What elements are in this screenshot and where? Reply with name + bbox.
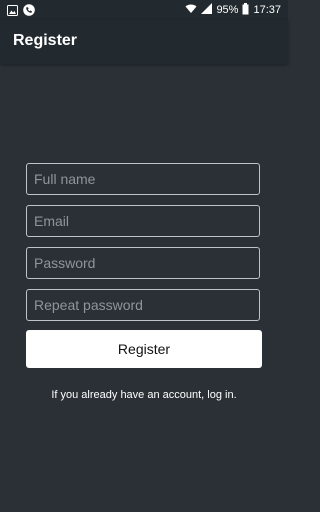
password-input[interactable]: [27, 248, 259, 278]
email-field[interactable]: [26, 205, 260, 237]
battery-icon: [242, 2, 249, 18]
password-field[interactable]: [26, 247, 260, 279]
wifi-icon: [185, 3, 197, 17]
full-name-input[interactable]: [27, 164, 259, 194]
repeat-password-field[interactable]: [26, 289, 260, 321]
page-title: Register: [13, 32, 78, 49]
login-link[interactable]: If you already have an account, log in.: [0, 389, 288, 401]
register-button[interactable]: Register: [26, 330, 262, 368]
status-bar: 95% 17:37: [0, 0, 288, 20]
status-right-icons: 95% 17:37: [185, 2, 281, 18]
battery-percent: 95%: [216, 4, 239, 16]
signal-icon: [201, 3, 213, 17]
full-name-field[interactable]: [26, 163, 260, 195]
email-input[interactable]: [27, 206, 259, 236]
register-screen: 95% 17:37 Register Register If you alrea…: [0, 0, 288, 512]
phone-icon: [23, 4, 35, 19]
status-left-icons: [7, 4, 35, 19]
repeat-password-input[interactable]: [27, 290, 259, 320]
app-bar: Register: [0, 20, 288, 64]
status-time: 17:37: [253, 4, 281, 16]
gallery-icon: [7, 4, 18, 19]
